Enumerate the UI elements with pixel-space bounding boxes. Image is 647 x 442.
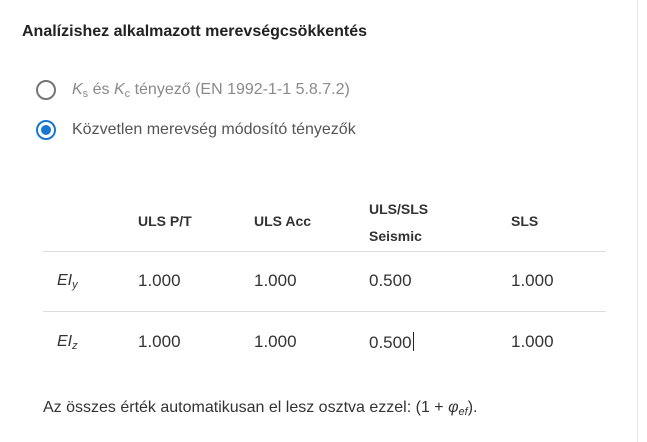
row-label-ei-z: EIz — [57, 333, 78, 352]
ei-z-uls-acc-input[interactable]: 1.000 — [254, 332, 297, 352]
radio-button-unselected[interactable] — [36, 80, 56, 100]
column-header-sls: SLS — [511, 213, 539, 229]
column-header-uls-pt: ULS P/T — [138, 213, 192, 229]
radio-button-selected[interactable] — [36, 120, 56, 140]
normalization-note: Az összes érték automatikusan el lesz os… — [43, 399, 478, 418]
ei-y-seismic-input[interactable]: 0.500 — [369, 271, 412, 291]
option-ks-kc-factor[interactable]: Ks és Kc tényező (EN 1992-1-1 5.8.7.2) — [36, 78, 350, 102]
stiffness-reduction-panel: Analízishez alkalmazott merevségcsökkent… — [0, 0, 638, 442]
ei-z-sls-input[interactable]: 1.000 — [511, 332, 554, 352]
ei-y-uls-acc-input[interactable]: 1.000 — [254, 271, 297, 291]
option-direct-stiffness-label: Közvetlen merevség módosító tényezők — [72, 121, 356, 138]
ei-y-uls-pt-input[interactable]: 1.000 — [138, 271, 181, 291]
ei-z-seismic-value: 0.500 — [369, 333, 412, 352]
panel-title: Analízishez alkalmazott merevségcsökkent… — [22, 23, 368, 40]
row-label-ei-y: EIy — [57, 272, 78, 291]
column-header-seismic: Seismic — [369, 228, 422, 244]
option-ks-kc-label: Ks és Kc tényező (EN 1992-1-1 5.8.7.2) — [72, 81, 350, 100]
option-direct-stiffness-factors[interactable]: Közvetlen merevség módosító tényezők — [36, 118, 356, 142]
text-caret — [412, 332, 414, 351]
ei-z-seismic-input[interactable]: 0.500 — [369, 332, 414, 353]
column-header-uls-acc: ULS Acc — [254, 213, 312, 229]
column-header-uls-sls: ULS/SLS — [369, 201, 429, 217]
ei-z-uls-pt-input[interactable]: 1.000 — [138, 332, 181, 352]
ei-y-sls-input[interactable]: 1.000 — [511, 271, 554, 291]
table-divider — [43, 251, 606, 252]
table-divider — [43, 311, 606, 312]
